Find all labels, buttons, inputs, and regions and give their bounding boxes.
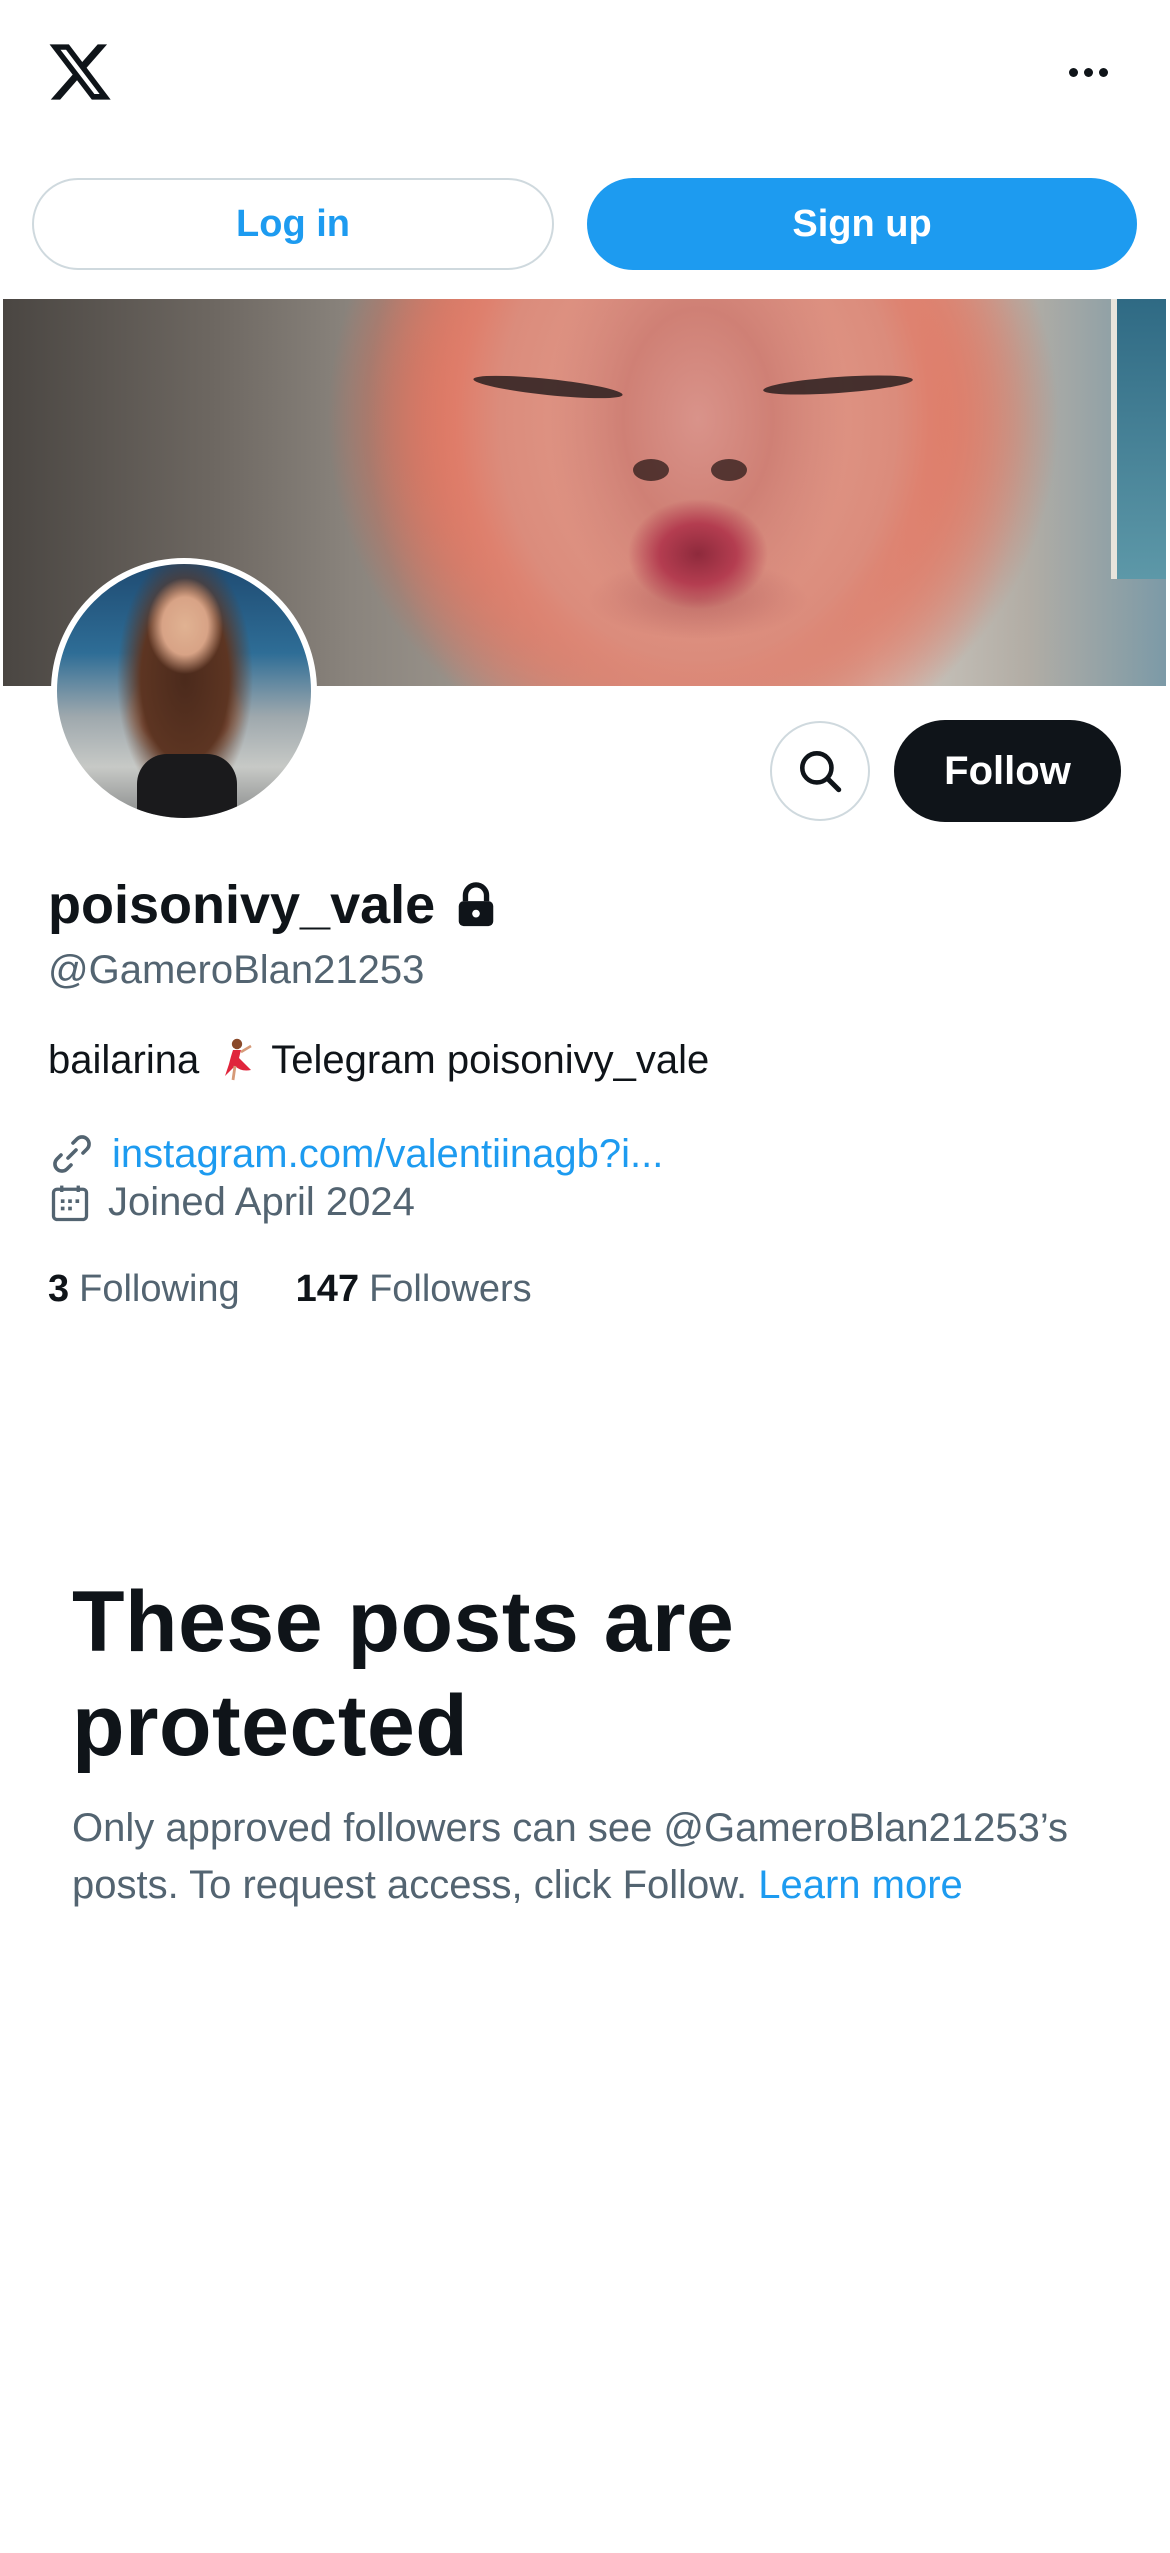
website-link[interactable]: instagram.com/valentiinagb?i... <box>112 1132 663 1177</box>
more-horizontal-icon <box>1068 67 1078 77</box>
avatar[interactable] <box>51 558 317 824</box>
link-icon <box>53 1135 91 1173</box>
bio: bailarina Telegram poisonivy_vale <box>48 1036 709 1084</box>
profile-page: Log in Sign up Follow poisonivy_vale @Ga… <box>0 0 1170 2553</box>
learn-more-link[interactable]: Learn more <box>758 1863 963 1907</box>
followers-label: Followers <box>369 1268 532 1310</box>
protected-posts-title: These posts are protected <box>72 1574 735 1774</box>
more-options-button[interactable] <box>1050 52 1126 92</box>
login-button[interactable]: Log in <box>32 178 554 270</box>
display-name: poisonivy_vale <box>48 875 436 935</box>
following-count: 3 <box>48 1268 70 1310</box>
bio-text-suffix: Telegram poisonivy_vale <box>271 1037 710 1082</box>
top-bar <box>0 0 1170 150</box>
dancer-emoji-icon <box>225 1038 252 1081</box>
joined-date: Joined April 2024 <box>108 1180 415 1224</box>
search-profile-button[interactable] <box>770 721 870 821</box>
search-icon <box>800 751 842 793</box>
display-name-row: poisonivy_vale <box>48 870 497 940</box>
protected-posts-message: Only approved followers can see @GameroB… <box>72 1800 1122 1914</box>
followers-stat[interactable]: 147 Followers <box>296 1268 532 1311</box>
lock-icon <box>458 882 494 927</box>
joined-date-row: Joined April 2024 <box>48 1180 415 1225</box>
signup-button[interactable]: Sign up <box>587 178 1137 270</box>
followers-count: 147 <box>295 1268 360 1310</box>
calendar-icon <box>51 1185 89 1221</box>
website-row: instagram.com/valentiinagb?i... <box>48 1130 663 1178</box>
following-stat[interactable]: 3 Following <box>48 1268 240 1311</box>
following-label: Following <box>79 1268 240 1310</box>
bio-text-prefix: bailarina <box>48 1037 200 1082</box>
user-handle: @GameroBlan21253 <box>48 948 425 992</box>
follow-button[interactable]: Follow <box>894 720 1121 822</box>
follow-stats: 3 Following 147 Followers <box>48 1268 532 1311</box>
x-logo-icon[interactable] <box>46 38 114 106</box>
